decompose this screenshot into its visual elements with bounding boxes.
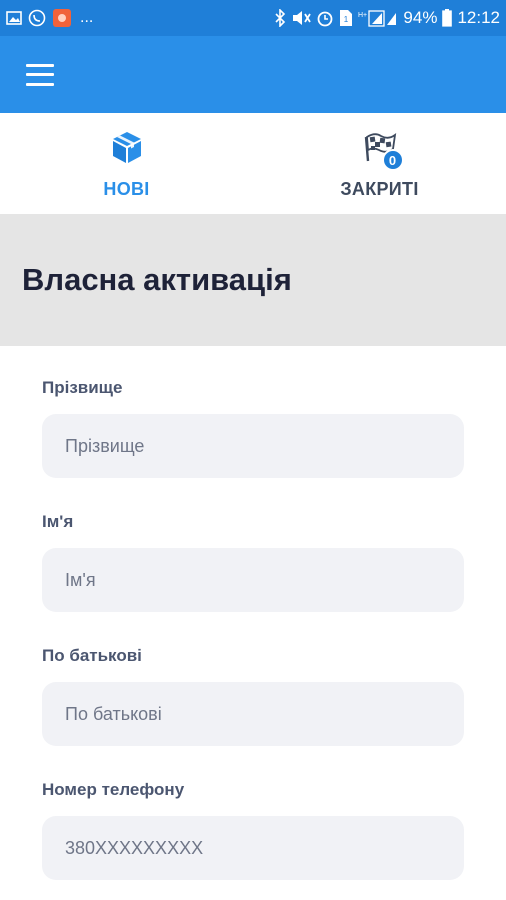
battery-percent: 94% — [403, 8, 438, 27]
viber-icon — [28, 9, 46, 27]
svg-text:H+: H+ — [358, 12, 367, 19]
tab-bar: НОВІ 0 ЗАКРИТІ — [0, 113, 506, 214]
first-name-label: Ім'я — [42, 512, 74, 531]
phone-label: Номер телефону — [42, 780, 185, 799]
box-icon — [107, 127, 147, 167]
section-header: Власна активація — [0, 214, 506, 346]
closed-count-badge: 0 — [381, 149, 404, 171]
phone-input[interactable] — [42, 816, 464, 880]
phone-field-group: Номер телефону — [42, 780, 464, 880]
surname-field-group: Прізвище — [42, 378, 464, 478]
tab-closed[interactable]: 0 ЗАКРИТІ — [253, 113, 506, 214]
page-title: Власна активація — [22, 262, 292, 297]
alarm-icon — [316, 9, 334, 27]
status-bar-more: ... — [80, 9, 94, 26]
sim-icon: 1 — [339, 9, 353, 27]
clock: 12:12 — [457, 8, 500, 27]
bluetooth-icon — [274, 9, 286, 27]
svg-text:1: 1 — [344, 15, 349, 24]
patronymic-input[interactable] — [42, 682, 464, 746]
patronymic-field-group: По батькові — [42, 646, 464, 746]
status-bar-right: 1 H+ 94% 12:12 — [274, 8, 500, 28]
signal-icon: H+ — [358, 9, 398, 27]
status-bar: ... 1 H+ 94% 12:12 — [0, 0, 506, 36]
status-bar-left: ... — [6, 8, 93, 28]
first-name-input[interactable] — [42, 548, 464, 612]
checkered-flag-icon: 0 — [360, 127, 404, 171]
mute-icon — [291, 9, 312, 27]
surname-input[interactable] — [42, 414, 464, 478]
surname-label: Прізвище — [42, 378, 123, 397]
tab-label-new: НОВІ — [103, 179, 150, 199]
patronymic-label: По батькові — [42, 646, 142, 665]
hamburger-menu-icon[interactable] — [26, 63, 54, 86]
image-icon — [6, 10, 22, 26]
tab-label-closed: ЗАКРИТІ — [340, 179, 419, 199]
app-notification-icon — [52, 8, 72, 28]
tab-new[interactable]: НОВІ — [0, 113, 253, 214]
battery-icon — [442, 9, 453, 27]
app-bar — [0, 36, 506, 113]
first-name-field-group: Ім'я — [42, 512, 464, 612]
